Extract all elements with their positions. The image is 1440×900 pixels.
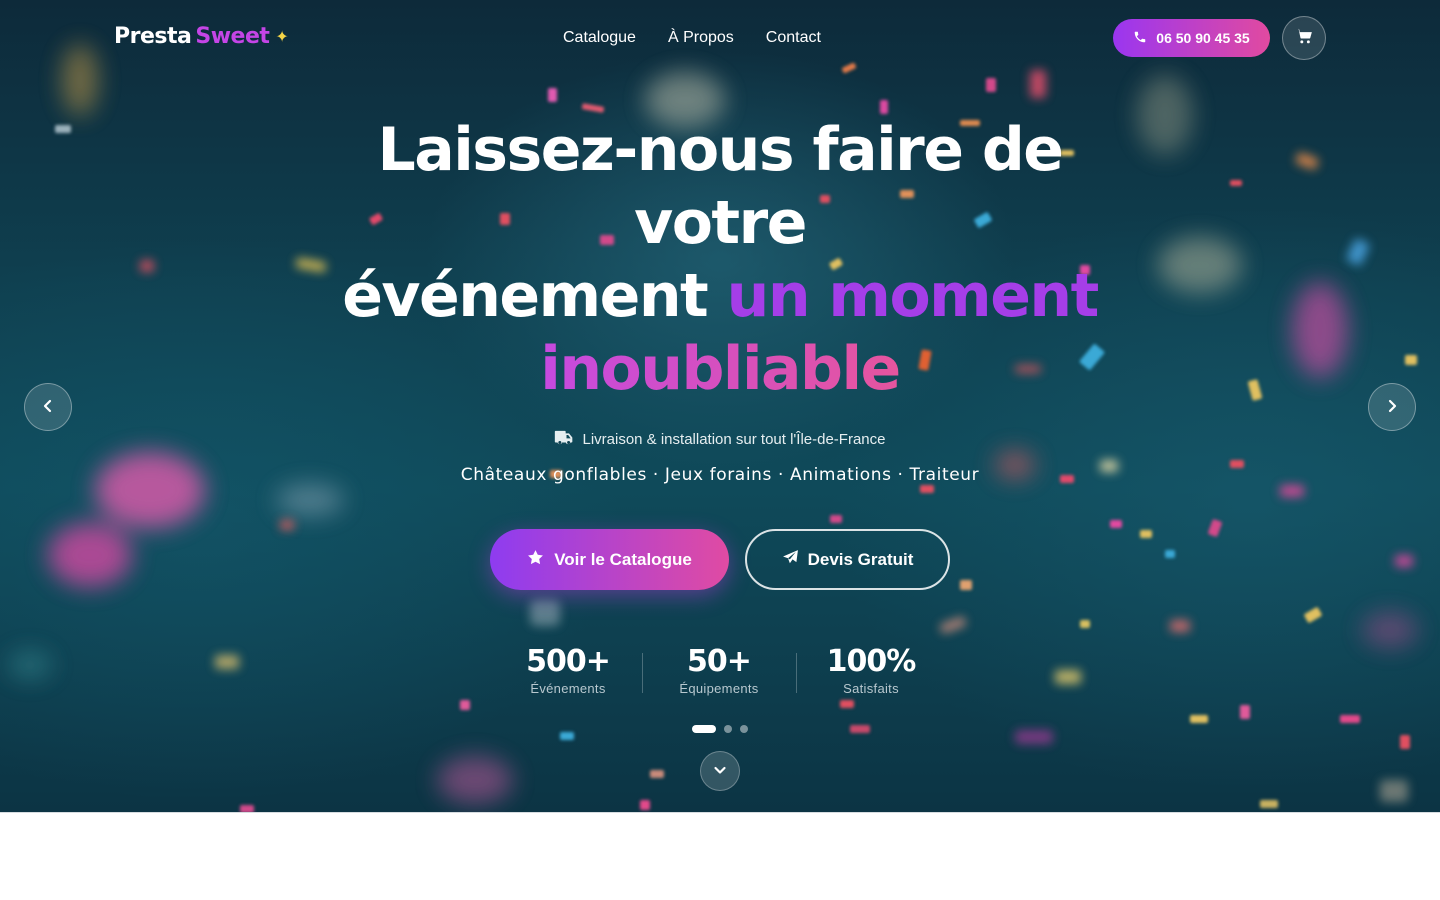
chevron-down-icon <box>713 762 727 781</box>
truck-icon <box>554 430 574 449</box>
delivery-info: Livraison & installation sur tout l'Île-… <box>0 430 1440 449</box>
headline-line-2: votre <box>634 188 807 258</box>
nav-link-a-propos[interactable]: À Propos <box>668 29 734 47</box>
scroll-down-button[interactable] <box>700 751 740 791</box>
hero-headline: Laissez-nous faire de votre événement un… <box>0 114 1440 406</box>
hero-section: Presta Sweet ✦ Catalogue À Propos Contact … <box>0 0 1440 813</box>
free-quote-button[interactable]: Devis Gratuit <box>745 529 950 590</box>
nav-link-contact[interactable]: Contact <box>766 29 821 47</box>
nav-link-catalogue[interactable]: Catalogue <box>563 29 636 47</box>
delivery-text: Livraison & installation sur tout l'Île-… <box>582 431 886 448</box>
stat-value: 500+ <box>526 644 611 679</box>
stat-divider <box>796 653 797 693</box>
stat-label: Satisfaits <box>843 681 899 696</box>
stat-label: Événements <box>530 681 606 696</box>
stat-value: 50+ <box>687 644 752 679</box>
cart-icon <box>1295 28 1313 48</box>
stat-equipment: 50+ Équipements <box>666 644 772 697</box>
logo-text-part2: Sweet <box>195 24 270 49</box>
stat-label: Équipements <box>679 681 759 696</box>
paper-plane-icon <box>782 549 799 571</box>
headline-line-4: inoubliable <box>0 333 1440 406</box>
carousel-indicators <box>692 725 748 733</box>
phone-button[interactable]: 06 50 90 45 35 <box>1113 19 1270 57</box>
carousel-dot-3[interactable] <box>740 725 748 733</box>
view-catalogue-button[interactable]: Voir le Catalogue <box>490 529 729 590</box>
carousel-dot-1[interactable] <box>692 725 716 733</box>
section-divider <box>0 812 1440 813</box>
headline-accent-2: inoubliable <box>540 334 901 404</box>
sparkle-icon: ✦ <box>275 27 289 46</box>
stat-events: 500+ Événements <box>514 644 622 697</box>
logo[interactable]: Presta Sweet ✦ <box>114 24 289 49</box>
phone-number: 06 50 90 45 35 <box>1156 30 1250 46</box>
main-nav: Catalogue À Propos Contact <box>563 29 821 47</box>
cart-button[interactable] <box>1282 16 1326 60</box>
headline-line-3-white: événement <box>342 261 727 331</box>
logo-text-part1: Presta <box>114 24 192 49</box>
headline-accent-1: un moment <box>726 261 1100 331</box>
phone-icon <box>1133 30 1147 47</box>
carousel-dot-2[interactable] <box>724 725 732 733</box>
stat-value: 100% <box>826 644 917 679</box>
headline-line-1: Laissez-nous faire de <box>377 115 1064 185</box>
star-icon <box>527 549 544 571</box>
headline-line-3: événement un moment <box>0 260 1440 333</box>
stats-bar: 500+ Événements 50+ Équipements 100% Sat… <box>494 645 946 700</box>
services-list: Châteaux gonflables · Jeux forains · Ani… <box>460 465 980 485</box>
stat-divider <box>642 653 643 693</box>
view-catalogue-label: Voir le Catalogue <box>554 549 692 569</box>
free-quote-label: Devis Gratuit <box>807 549 914 569</box>
stat-satisfied: 100% Satisfaits <box>818 644 924 697</box>
